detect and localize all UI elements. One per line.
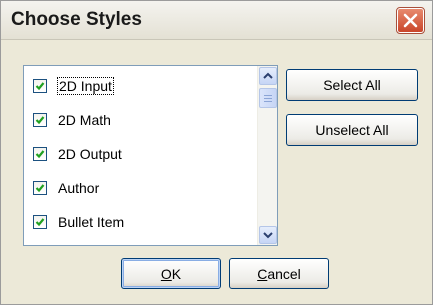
- list-item[interactable]: Bullet Item: [33, 211, 124, 233]
- chevron-down-icon: [263, 232, 273, 239]
- list-item[interactable]: 2D Output: [33, 143, 122, 165]
- thumb-grip: [264, 101, 272, 102]
- unselect-all-label: Unselect All: [315, 122, 389, 138]
- choose-styles-dialog: Choose Styles 2D Input 2D Math 2D Output…: [0, 0, 433, 305]
- select-all-label: Select All: [323, 77, 381, 93]
- cancel-button[interactable]: Cancel: [229, 258, 329, 289]
- list-item[interactable]: 2D Math: [33, 109, 111, 131]
- title-bar[interactable]: Choose Styles: [1, 1, 432, 40]
- cancel-rest: ancel: [267, 265, 301, 282]
- list-item-label: Bullet Item: [58, 214, 125, 230]
- checkmark-icon: [35, 150, 45, 159]
- close-button[interactable]: [396, 7, 425, 34]
- checkbox-2d-output[interactable]: [33, 147, 47, 161]
- checkmark-icon: [35, 82, 45, 91]
- list-item-label: 2D Output: [58, 146, 122, 162]
- cancel-mnemonic: C: [257, 265, 268, 282]
- styles-listbox[interactable]: 2D Input 2D Math 2D Output Author Bullet…: [23, 65, 278, 246]
- close-icon: [403, 13, 418, 28]
- unselect-all-button[interactable]: Unselect All: [286, 114, 418, 146]
- chevron-up-icon: [263, 72, 273, 79]
- thumb-grip: [264, 95, 272, 96]
- scroll-thumb[interactable]: [259, 88, 277, 108]
- list-item-label: 2D Math: [58, 112, 111, 128]
- ok-button[interactable]: OK: [121, 258, 221, 289]
- list-item[interactable]: 2D Input: [33, 75, 114, 97]
- checkmark-icon: [35, 218, 45, 227]
- cancel-label: Cancel: [257, 266, 301, 282]
- select-all-button[interactable]: Select All: [286, 69, 418, 101]
- list-item[interactable]: Author: [33, 177, 99, 199]
- checkbox-bullet-item[interactable]: [33, 215, 47, 229]
- checkmark-icon: [35, 184, 45, 193]
- thumb-grip: [264, 98, 272, 99]
- checkbox-author[interactable]: [33, 181, 47, 195]
- scroll-up-button[interactable]: [259, 67, 277, 85]
- checkmark-icon: [35, 116, 45, 125]
- checkbox-2d-math[interactable]: [33, 113, 47, 127]
- scroll-down-button[interactable]: [259, 226, 277, 244]
- vertical-scrollbar[interactable]: [257, 66, 277, 245]
- list-item-label: 2D Input: [57, 77, 114, 95]
- list-item-label: Author: [58, 180, 100, 196]
- dialog-title: Choose Styles: [11, 9, 142, 30]
- checkbox-2d-input[interactable]: [33, 79, 47, 93]
- ok-label: OK: [160, 265, 182, 282]
